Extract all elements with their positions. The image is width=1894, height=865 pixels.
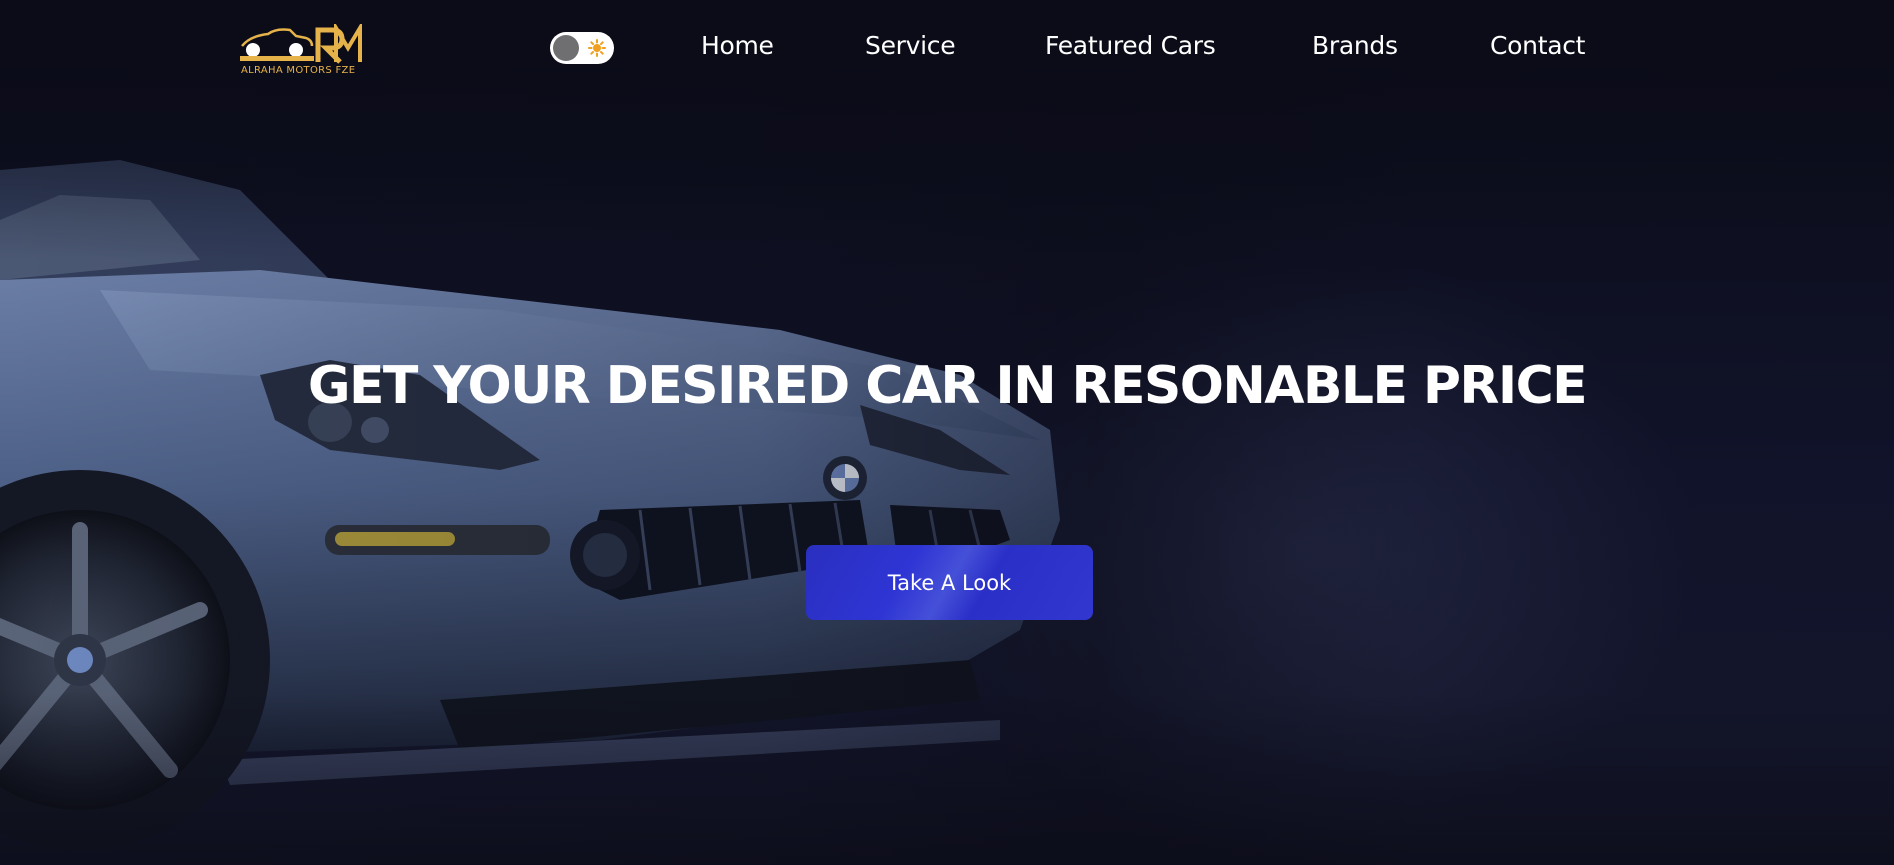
nav-link-featured-cars[interactable]: Featured Cars	[1045, 31, 1216, 67]
hero-headline: GET YOUR DESIRED CAR IN RESONABLE PRICE	[307, 356, 1588, 416]
nav-link-brands[interactable]: Brands	[1312, 31, 1398, 67]
image-overlay	[0, 0, 1894, 865]
brand-logo[interactable]: ALRAHA MOTORS FZE	[240, 24, 362, 80]
hero-section	[0, 0, 1894, 865]
top-navbar: ALRAHA MOTORS FZE Home Service Featured …	[0, 0, 1894, 100]
take-a-look-button[interactable]: Take A Look	[806, 545, 1093, 620]
toggle-knob	[553, 35, 579, 61]
sun-icon	[588, 39, 606, 57]
brand-name: ALRAHA MOTORS FZE	[241, 65, 356, 76]
car-logo-icon	[240, 24, 362, 64]
nav-link-home[interactable]: Home	[701, 31, 774, 67]
nav-link-service[interactable]: Service	[865, 31, 956, 67]
theme-toggle[interactable]	[550, 32, 614, 64]
nav-link-contact[interactable]: Contact	[1490, 31, 1585, 67]
